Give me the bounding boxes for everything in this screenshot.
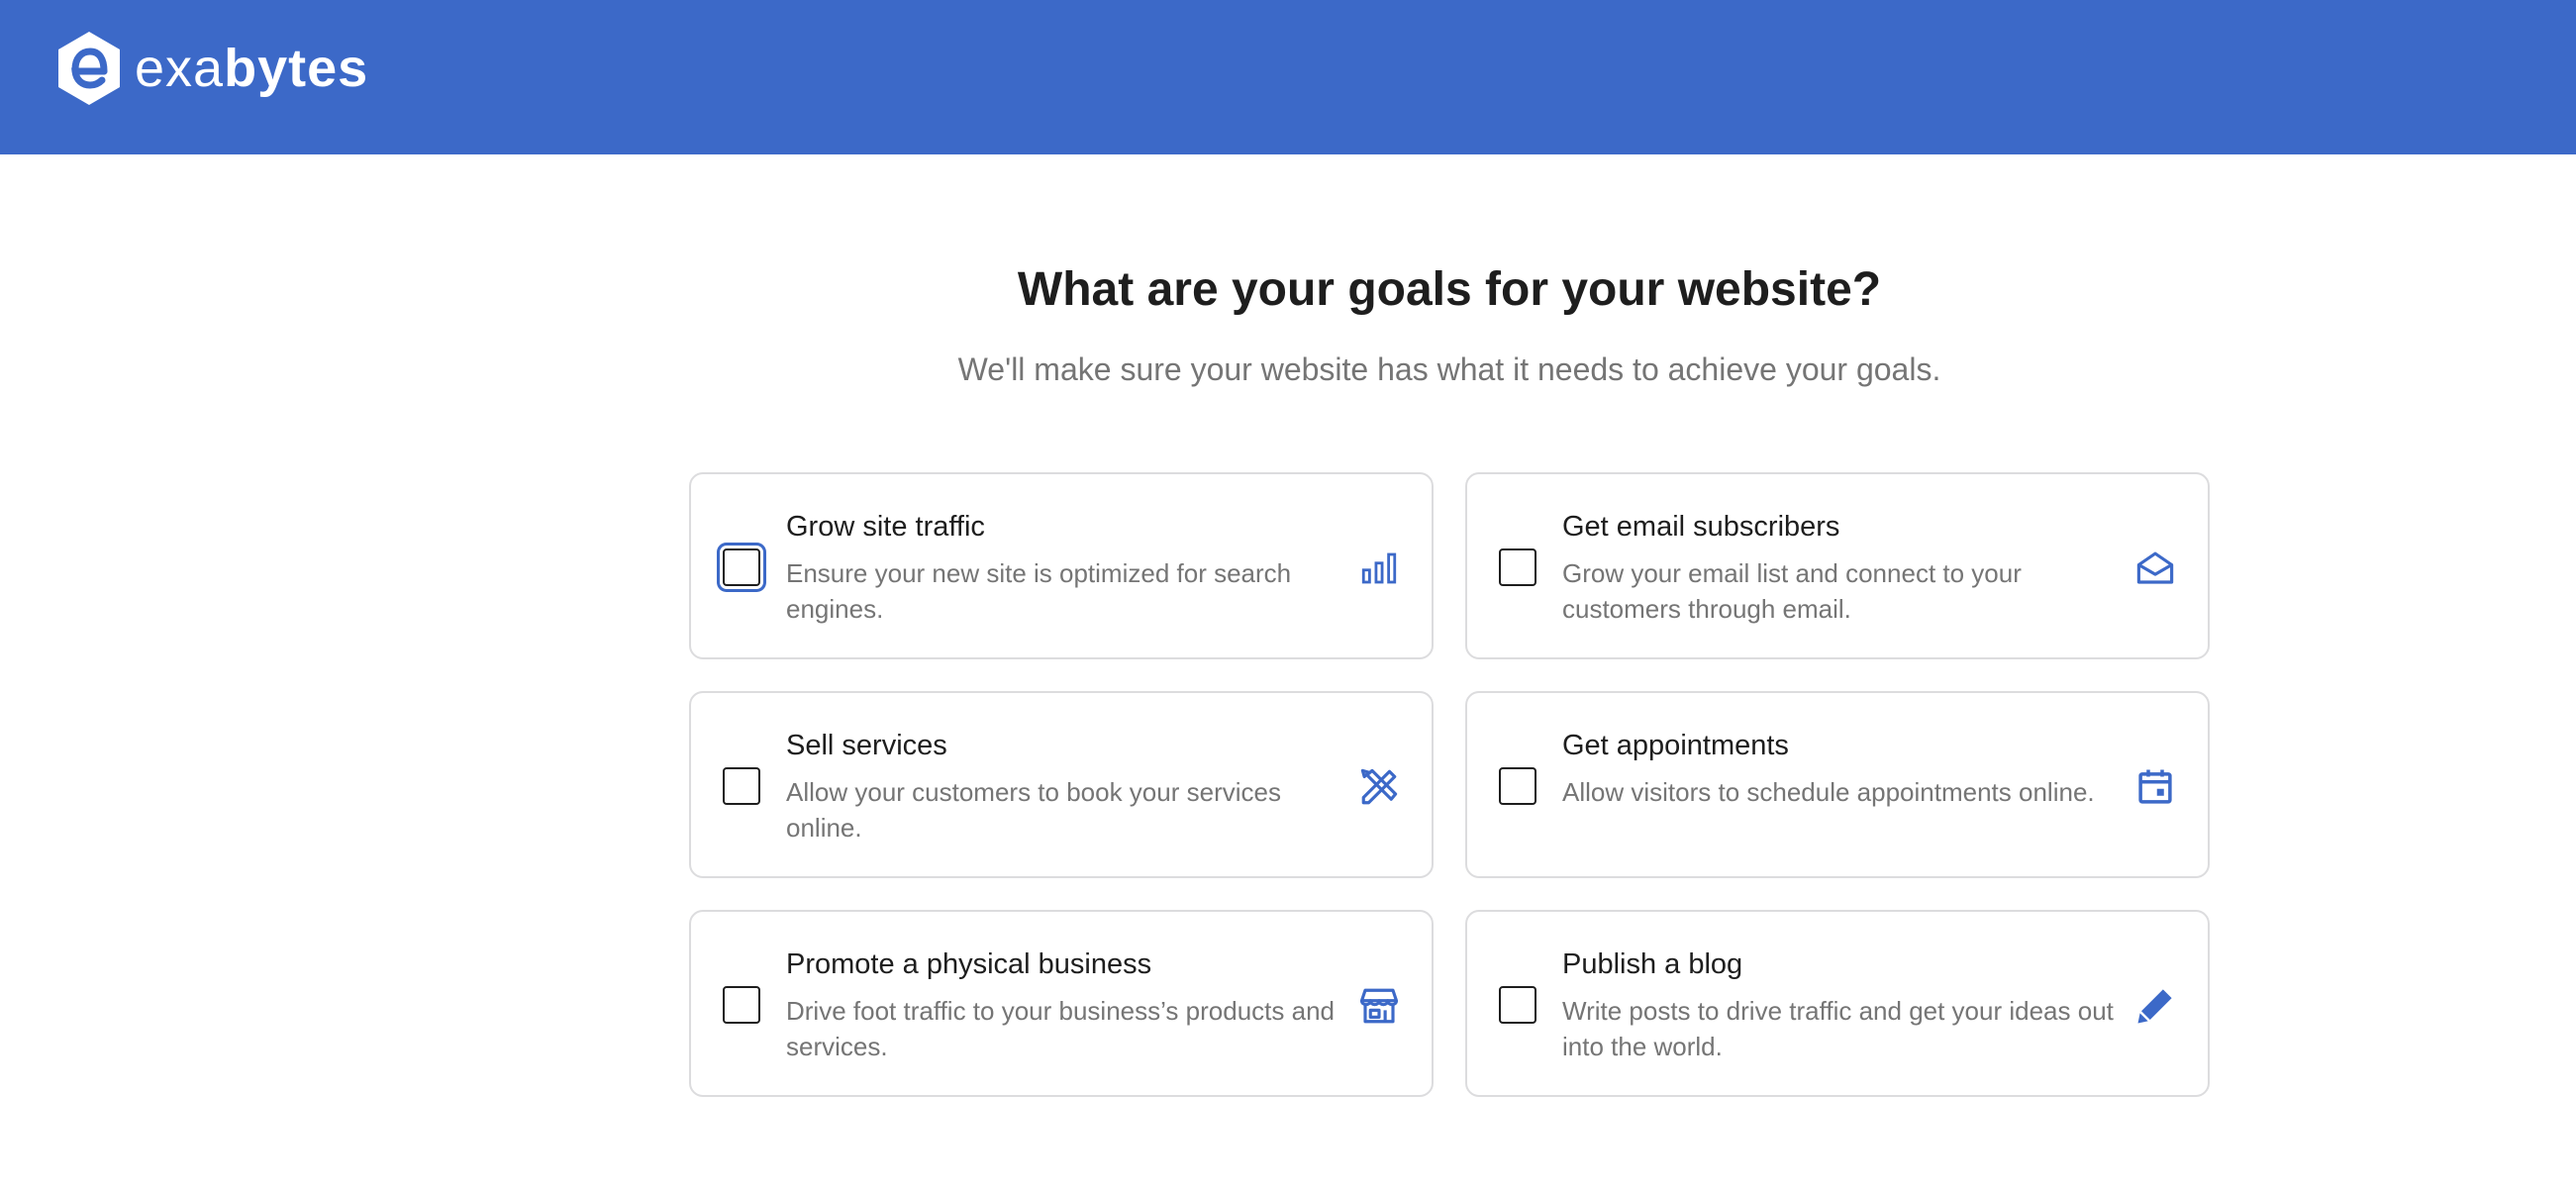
goal-checkbox[interactable] — [1499, 548, 1536, 586]
exabytes-logo[interactable]: exabytes — [55, 30, 368, 107]
goal-card-promote-physical-business[interactable]: Promote a physical business Drive foot t… — [689, 910, 1434, 1097]
page-title: What are your goals for your website? — [1017, 263, 1882, 316]
logo-mark-icon — [58, 32, 120, 105]
top-header-bar: exabytes — [0, 0, 2576, 154]
store-icon — [1358, 985, 1400, 1027]
brand-name-light: exa — [135, 39, 225, 98]
goal-card-grow-site-traffic[interactable]: Grow site traffic Ensure your new site i… — [689, 472, 1434, 659]
goal-checkbox[interactable] — [1499, 767, 1536, 805]
goal-description: Allow your customers to book your servic… — [786, 777, 1281, 843]
goal-title: Grow site traffic — [786, 511, 985, 543]
goal-description: Drive foot traffic to your business’s pr… — [786, 996, 1335, 1061]
goal-checkbox[interactable] — [723, 548, 760, 586]
brand-name-bold: bytes — [224, 39, 369, 98]
goal-title: Promote a physical business — [786, 948, 1152, 980]
pencil-icon — [2134, 985, 2176, 1027]
goal-card-get-email-subscribers[interactable]: Get email subscribers Grow your email li… — [1465, 472, 2210, 659]
goal-title: Sell services — [786, 730, 947, 761]
goal-title: Publish a blog — [1562, 948, 1743, 980]
goal-description: Ensure your new site is optimized for se… — [786, 558, 1292, 624]
page-subtitle: We'll make sure your website has what it… — [957, 351, 1941, 387]
goal-checkbox[interactable] — [723, 986, 760, 1024]
calendar-icon — [2134, 766, 2176, 808]
goal-description: Grow your email list and connect to your… — [1562, 558, 2022, 624]
goal-description: Allow visitors to schedule appointments … — [1562, 777, 2095, 807]
bar-chart-icon — [1358, 547, 1400, 589]
brand-name: exabytes — [135, 30, 368, 107]
goal-checkbox[interactable] — [1499, 986, 1536, 1024]
goal-card-publish-a-blog[interactable]: Publish a blog Write posts to drive traf… — [1465, 910, 2210, 1097]
goal-title: Get email subscribers — [1562, 511, 1840, 543]
goal-description: Write posts to drive traffic and get you… — [1562, 996, 2114, 1061]
goal-card-sell-services[interactable]: Sell services Allow your customers to bo… — [689, 691, 1434, 878]
goal-card-get-appointments[interactable]: Get appointments Allow visitors to sched… — [1465, 691, 2210, 878]
goal-checkbox[interactable] — [723, 767, 760, 805]
goal-title: Get appointments — [1562, 730, 1789, 761]
envelope-icon — [2134, 547, 2176, 589]
tools-icon — [1358, 766, 1400, 808]
